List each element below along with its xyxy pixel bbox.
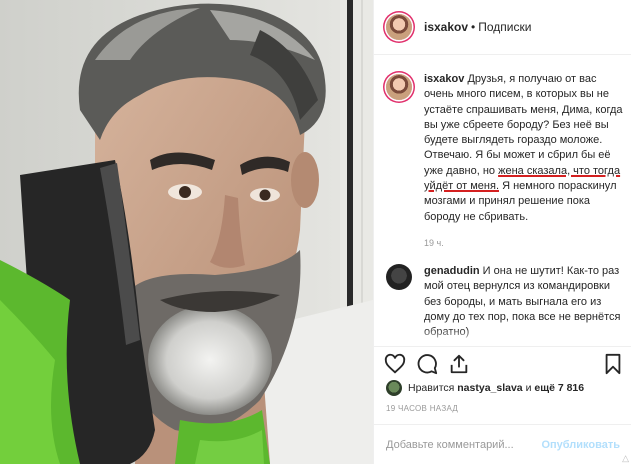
man-with-knife-image [0,0,373,464]
bookmark-icon[interactable] [602,353,624,375]
header-separator: • [471,20,476,34]
liker-avatar[interactable] [386,380,402,396]
commenter-username[interactable]: genadudin [424,265,480,277]
caption-body-start: Друзья, я получаю от вас очень много пис… [424,73,623,177]
heart-icon[interactable] [384,353,406,375]
author-username[interactable]: isxakov [424,20,468,34]
add-comment-bar: Опубликовать [374,424,631,464]
liker-username[interactable]: nastya_slava [457,382,522,394]
post-header: isxakov • Подписки [374,0,631,55]
share-icon[interactable] [448,353,470,375]
caption-text: isxakov Друзья, я получаю от вас очень м… [424,72,624,225]
post-photo[interactable] [0,0,373,464]
likes-prefix: Нравится [408,382,455,394]
comment-input[interactable] [386,438,542,451]
comments-section[interactable]: isxakov Друзья, я получаю от вас очень м… [374,56,631,346]
publish-button[interactable]: Опубликовать [541,439,620,451]
commenter-avatar[interactable] [386,264,412,290]
comments-fade [374,328,631,346]
caption-avatar[interactable] [386,74,412,100]
following-button[interactable]: Подписки [478,20,531,34]
likes-count[interactable]: ещё 7 816 [534,382,584,394]
likes-line: Нравится nastya_slava и ещё 7 816 [386,380,584,396]
comment-icon[interactable] [416,353,438,375]
post-timestamp[interactable]: 19 ЧАСОВ НАЗАД [386,404,458,413]
post-side-panel: isxakov • Подписки isxakov Друзья, я пол… [373,0,631,464]
author-avatar[interactable] [386,14,412,40]
action-bar [374,346,631,380]
caption-row: isxakov Друзья, я получаю от вас очень м… [386,72,624,225]
corner-triangle-icon: △ [622,453,629,463]
caption-time[interactable]: 19 ч. [424,238,444,248]
likes-connector: и [525,382,532,394]
caption-username[interactable]: isxakov [424,73,464,85]
